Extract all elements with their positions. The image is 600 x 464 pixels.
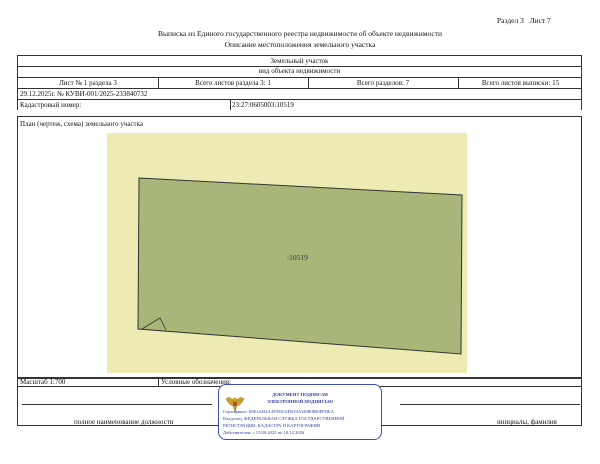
- signature-line2: ЭЛЕКТРОННОЙ ПОДПИСЬЮ: [266, 399, 334, 404]
- position-line: [22, 404, 212, 405]
- signature-owner: Владелец: ФЕДЕРАЛЬНАЯ СЛУЖБА ГОСУДАРСТВЕ…: [223, 416, 345, 421]
- position-caption: полное наименование должности: [74, 418, 174, 426]
- signature-owner-cont: РЕГИСТРАЦИИ, КАДАСТРА И КАРТОГРАФИИ: [223, 423, 321, 428]
- legend-label: Условные обозначения:: [161, 378, 232, 386]
- parcel-polygon: [137, 177, 463, 355]
- name-line: [400, 404, 580, 405]
- parcel-label: :10519: [287, 253, 308, 262]
- scale-label: Масштаб 1:700: [20, 378, 66, 386]
- signature-line1: ДОКУМЕНТ ПОДПИСАН: [272, 392, 328, 397]
- name-caption: инициалы, фамилия: [497, 418, 557, 426]
- signature-validity: Действителен: с 15.09.2025 по 10.12.2026: [223, 430, 305, 435]
- electronic-signature-stamp: ДОКУМЕНТ ПОДПИСАН ЭЛЕКТРОННОЙ ПОДПИСЬЮ С…: [218, 384, 382, 440]
- signature-certificate: Сертификат: 00E4AD4A45993C6FB19A3D0E8B0F…: [223, 409, 335, 414]
